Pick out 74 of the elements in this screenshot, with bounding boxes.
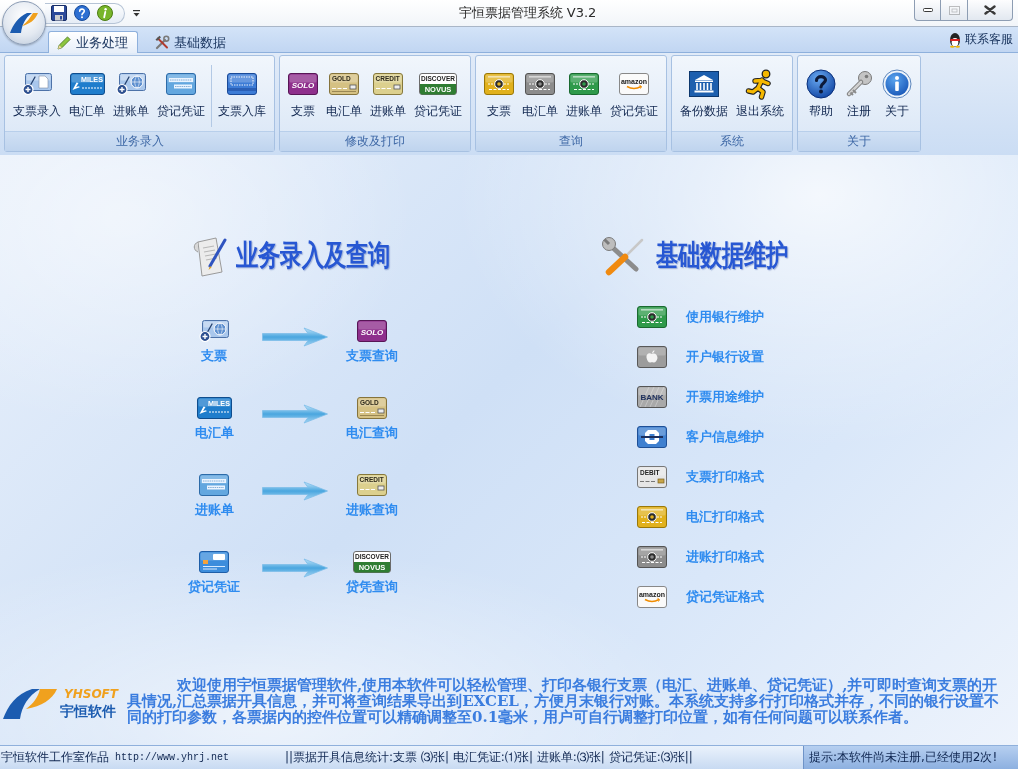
logo-icon <box>2 688 58 720</box>
document-add-icon <box>22 73 52 95</box>
ribbon-button[interactable]: 电汇单 <box>518 56 562 131</box>
close-button[interactable] <box>967 0 1013 21</box>
contact-link[interactable]: 联系客服 <box>948 31 1013 48</box>
bank-card-icon <box>637 506 667 528</box>
author-credit: 宇恒软件工作室作品 <box>1 749 109 766</box>
ribbon-button[interactable]: 支票录入 <box>9 56 65 131</box>
ribbon-button[interactable]: SOLO 支票 <box>284 56 322 131</box>
bank-card-icon <box>637 546 667 568</box>
statistics-text: ||票据开具信息统计:支票 ⑶张| 电汇凭证:⑴张| 进账单:⑶张| 贷记凭证:⑶张|| <box>285 749 693 766</box>
ribbon-button[interactable]: 支票入库 <box>214 56 270 131</box>
bank-building-icon <box>689 71 719 97</box>
ribbon-button[interactable]: 帮助 <box>802 56 840 131</box>
minimize-button[interactable] <box>914 0 941 21</box>
close-icon <box>984 5 996 15</box>
document-add-icon <box>199 320 229 342</box>
info-icon <box>882 69 912 99</box>
status-notice: 提示:本软件尚未注册,已经使用2次! <box>803 746 1018 769</box>
arrow-icon <box>262 481 328 501</box>
minimize-icon <box>922 8 933 12</box>
logo-icon <box>9 12 39 34</box>
bank-card-icon <box>637 306 667 328</box>
bank-card-icon <box>569 73 599 95</box>
info-icon[interactable] <box>97 5 113 21</box>
bank-card-icon <box>637 426 667 448</box>
tools-icon <box>154 34 170 51</box>
group-label: 关于 <box>798 131 920 151</box>
bank-card-icon: SOLO <box>288 73 318 95</box>
ribbon-button[interactable]: 退出系统 <box>732 56 788 131</box>
group-label: 系统 <box>672 131 792 151</box>
bank-card-icon <box>166 73 196 95</box>
section-heading: 基础数据维护 <box>656 240 788 272</box>
help-icon[interactable] <box>74 5 90 21</box>
group-label: 查询 <box>476 131 666 151</box>
app-menu-button[interactable] <box>2 1 46 45</box>
document-add-icon <box>116 73 146 95</box>
maintenance-button[interactable]: BANK 开票用途维护 <box>637 386 764 408</box>
bank-card-icon: SOLO <box>357 320 387 342</box>
window-title: 宇恒票据管理系统 V3.2 <box>458 4 597 22</box>
bank-card-icon <box>484 73 514 95</box>
section-heading: 业务录入及查询 <box>236 240 390 272</box>
tools-icon <box>600 236 646 276</box>
arrow-icon <box>262 404 328 424</box>
bank-card-icon <box>525 73 555 95</box>
company-name: 宇恒软件 <box>60 702 116 720</box>
ribbon-button[interactable]: 进账单 <box>109 56 153 131</box>
pencil-icon <box>56 34 72 51</box>
brand-name: YHSOFT <box>64 688 118 700</box>
website-link[interactable]: http://www.yhrj.net <box>115 752 230 763</box>
ribbon-button[interactable]: 支票 <box>480 56 518 131</box>
help-icon <box>806 69 836 99</box>
bank-card-icon <box>199 551 229 573</box>
ribbon-tab[interactable]: 业务处理 <box>48 31 138 53</box>
penguin-icon <box>948 31 962 48</box>
welcome-text: 欢迎使用宇恒票据管理软件,使用本软件可以轻松管理、打印各银行支票（电汇、进账单、贷记凭证）,并可即时查询支票的开具情况,汇总票据开具信息，并可将查询结果导出到EXCEL，方便月末银行对账。本系统支持多行打印格式并存，不同的银行设置不同的打印参数，各票据内的控件位置可以精确调整至0.1毫米，用户可自行调整打印位置，如有任何问题可以联系作者。 <box>126 677 1000 725</box>
ribbon-button[interactable]: 关于 <box>878 56 916 131</box>
arrow-icon <box>262 558 328 578</box>
key-icon <box>844 69 874 99</box>
ribbon-button[interactable]: 备份数据 <box>676 56 732 131</box>
group-label: 业务录入 <box>5 131 274 151</box>
ribbon-button[interactable]: 进账单 <box>562 56 606 131</box>
caret-icon[interactable] <box>133 9 140 17</box>
arrow-icon <box>262 327 328 347</box>
save-icon[interactable] <box>51 5 67 21</box>
bank-card-icon <box>227 73 257 95</box>
bank-card-icon <box>199 474 229 496</box>
bank-card-icon: BANK <box>637 386 667 408</box>
group-label: 修改及打印 <box>280 131 470 151</box>
ribbon-button[interactable]: 注册 <box>840 56 878 131</box>
maximize-icon <box>948 5 960 15</box>
query-button[interactable]: SOLO 支票查询 <box>342 320 402 364</box>
ribbon-button[interactable]: 贷记凭证 <box>153 56 209 131</box>
bank-card-icon <box>637 346 667 368</box>
